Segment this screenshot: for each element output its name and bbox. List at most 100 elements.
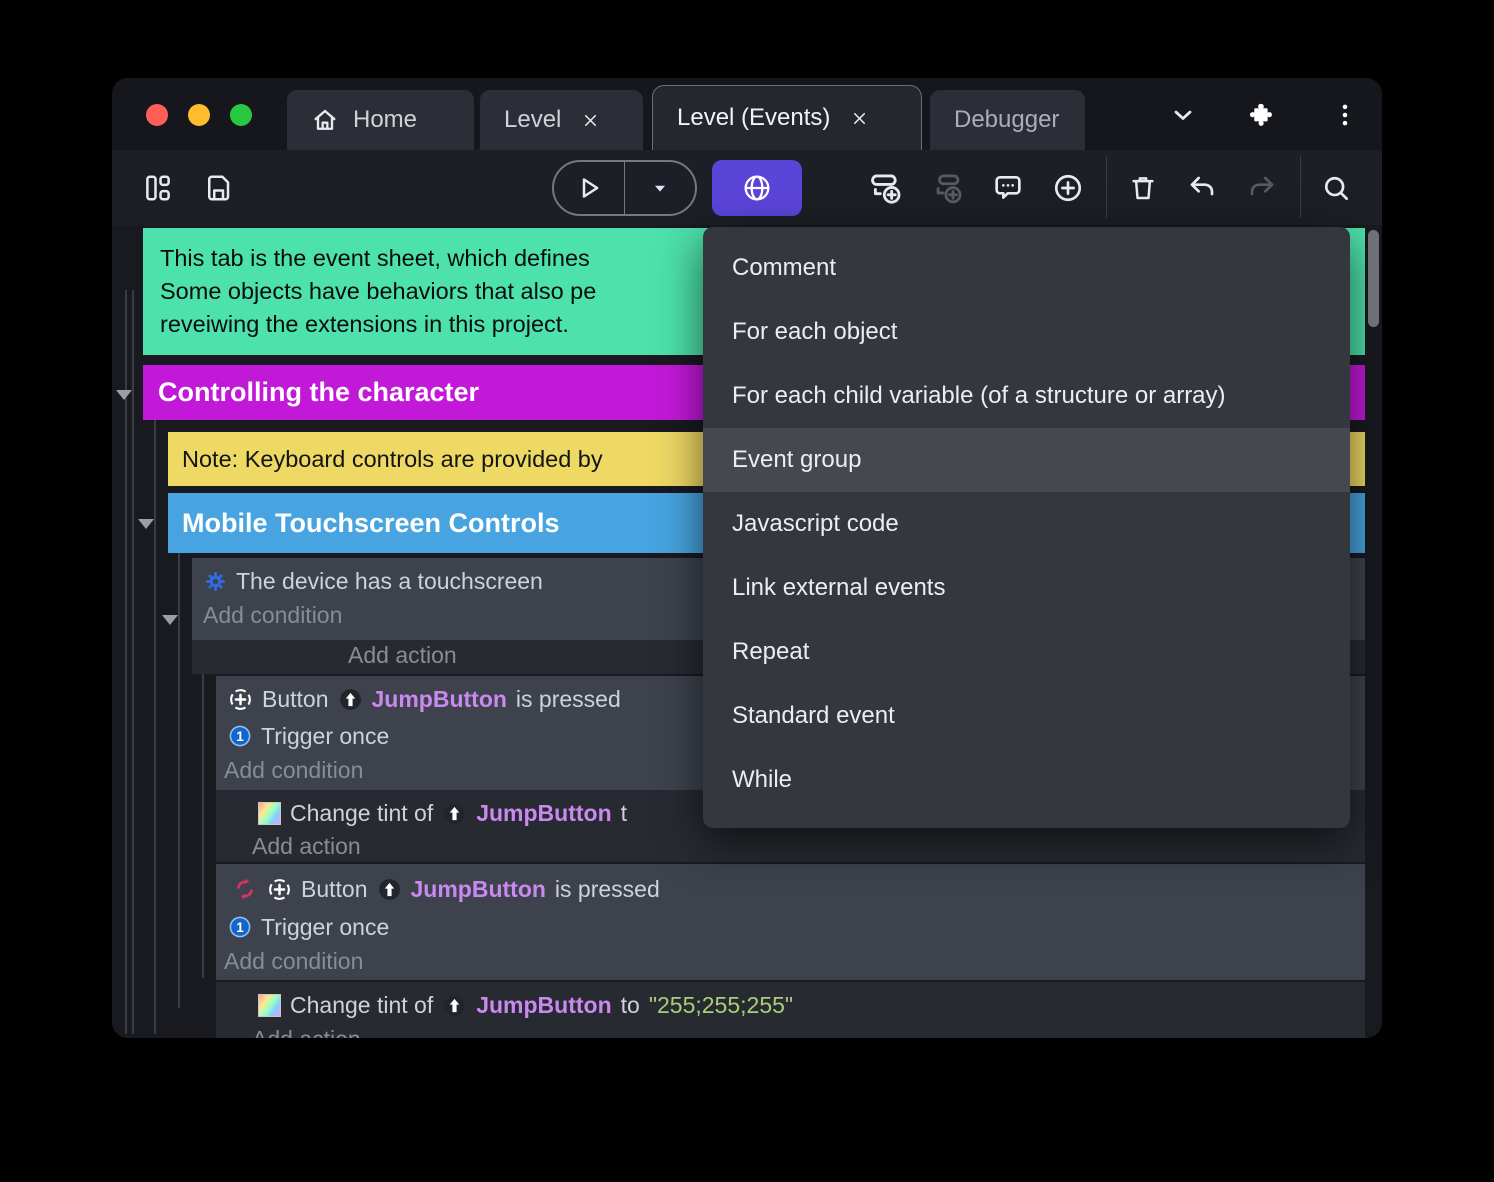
collapse-arrow-icon[interactable] bbox=[138, 519, 154, 529]
tab-home[interactable]: Home bbox=[287, 90, 474, 150]
tab-list-dropdown-button[interactable] bbox=[1168, 100, 1198, 130]
traffic-close-button[interactable] bbox=[146, 104, 168, 126]
collapse-arrow-icon[interactable] bbox=[116, 390, 132, 400]
delete-button[interactable] bbox=[1125, 170, 1161, 206]
note-text: Note: Keyboard controls are provided by bbox=[182, 445, 603, 472]
tab-label: Debugger bbox=[954, 106, 1060, 133]
close-icon[interactable] bbox=[850, 109, 869, 128]
add-comment-button[interactable] bbox=[990, 170, 1026, 206]
trash-icon bbox=[1132, 177, 1154, 200]
jumpbutton-object-icon bbox=[444, 802, 466, 824]
instance-name: JumpButton bbox=[371, 685, 507, 712]
condition-suffix: is pressed bbox=[554, 875, 660, 902]
indent-guide bbox=[178, 495, 180, 1008]
main-menu-button[interactable] bbox=[1330, 100, 1360, 130]
tab-label: Home bbox=[353, 106, 418, 133]
trigger-once-icon: 1 bbox=[229, 725, 251, 747]
menu-item-link-external-events[interactable]: Link external events bbox=[703, 556, 1350, 620]
group-title: Mobile Touchscreen Controls bbox=[182, 507, 560, 538]
plus-circle-icon bbox=[1054, 174, 1082, 202]
add-subevent-button[interactable] bbox=[930, 170, 966, 206]
undo-icon bbox=[1190, 176, 1214, 196]
action-text: Change tint of bbox=[290, 991, 434, 1018]
condition-object: Button bbox=[301, 875, 368, 902]
vertical-scrollbar-thumb[interactable] bbox=[1368, 230, 1379, 327]
menu-item-repeat[interactable]: Repeat bbox=[703, 620, 1350, 684]
traffic-zoom-button[interactable] bbox=[230, 104, 252, 126]
condition-text: Trigger once bbox=[261, 722, 390, 749]
condition-text: Trigger once bbox=[261, 913, 390, 940]
add-event-button[interactable] bbox=[868, 170, 904, 206]
add-condition-link[interactable]: Add condition bbox=[203, 602, 342, 629]
caret-down-icon bbox=[654, 185, 666, 192]
jumpbutton-object-icon bbox=[444, 994, 466, 1016]
redo-button[interactable] bbox=[1244, 170, 1280, 206]
menu-item-javascript-code[interactable]: Javascript code bbox=[703, 492, 1350, 556]
menu-item-for-each-child-variable[interactable]: For each child variable (of a structure … bbox=[703, 364, 1350, 428]
add-event-icon bbox=[871, 174, 901, 204]
add-condition-link[interactable]: Add condition bbox=[224, 757, 363, 784]
menu-item-while[interactable]: While bbox=[703, 748, 1350, 812]
addons-button[interactable] bbox=[1248, 100, 1278, 130]
gamepad-button-icon bbox=[230, 688, 251, 710]
preview-options-button[interactable] bbox=[625, 162, 695, 214]
add-action-link[interactable]: Add action bbox=[348, 642, 457, 669]
search-button[interactable] bbox=[1318, 170, 1354, 206]
layout-panels-button[interactable] bbox=[140, 170, 176, 206]
tab-label: Level bbox=[504, 106, 562, 133]
add-subevent-icon bbox=[936, 174, 962, 204]
tab-level-events[interactable]: Level (Events) bbox=[652, 85, 922, 150]
tab-bar: Home Level Level (Events) Debugger bbox=[112, 78, 1382, 150]
inverted-condition-icon bbox=[237, 878, 253, 900]
group-title: Controlling the character bbox=[158, 377, 480, 407]
preview-button[interactable] bbox=[554, 162, 624, 214]
menu-item-event-group[interactable]: Event group bbox=[703, 428, 1350, 492]
traffic-minimize-button[interactable] bbox=[188, 104, 210, 126]
condition-suffix: is pressed bbox=[515, 685, 621, 712]
save-button[interactable] bbox=[200, 170, 236, 206]
trigger-once-icon: 1 bbox=[229, 916, 251, 938]
instance-name: JumpButton bbox=[410, 875, 546, 902]
divider bbox=[1106, 156, 1107, 218]
menu-item-comment[interactable]: Comment bbox=[703, 236, 1350, 300]
collapse-arrow-icon[interactable] bbox=[162, 615, 178, 625]
add-button[interactable] bbox=[1050, 170, 1086, 206]
redo-icon bbox=[1250, 176, 1274, 196]
menu-item-for-each-object[interactable]: For each object bbox=[703, 300, 1350, 364]
action-block-tint-2[interactable]: Change tint of JumpButton to "255;255;25… bbox=[216, 982, 1365, 1038]
tab-level[interactable]: Level bbox=[480, 90, 643, 150]
kebab-menu-icon bbox=[1342, 104, 1348, 126]
dashboard-icon bbox=[146, 175, 170, 201]
search-icon bbox=[1324, 176, 1348, 200]
play-icon bbox=[582, 178, 599, 198]
indent-guide bbox=[132, 290, 134, 1034]
home-icon bbox=[314, 109, 336, 130]
add-action-link[interactable]: Add action bbox=[252, 833, 361, 860]
gamepad-button-icon bbox=[269, 878, 290, 900]
indent-guide bbox=[154, 365, 156, 1034]
remote-preview-button[interactable] bbox=[712, 160, 802, 216]
divider bbox=[1300, 156, 1301, 218]
condition-object: Button bbox=[262, 685, 329, 712]
close-icon[interactable] bbox=[581, 111, 600, 130]
app-window: Home Level Level (Events) Debugger This … bbox=[112, 78, 1382, 1038]
chevron-down-icon bbox=[1174, 110, 1192, 120]
event-block-jumpbutton-2[interactable]: Button JumpButton is pressed 1 Trigger o… bbox=[216, 864, 1365, 980]
undo-button[interactable] bbox=[1184, 170, 1220, 206]
tint-icon bbox=[258, 993, 281, 1017]
gear-icon bbox=[206, 571, 225, 591]
add-condition-link[interactable]: Add condition bbox=[224, 948, 363, 975]
preview-split-button bbox=[552, 160, 697, 216]
svg-text:1: 1 bbox=[236, 729, 244, 744]
tab-debugger[interactable]: Debugger bbox=[930, 90, 1085, 150]
menu-item-standard-event[interactable]: Standard event bbox=[703, 684, 1350, 748]
globe-icon bbox=[744, 175, 770, 201]
action-text: Change tint of bbox=[290, 799, 434, 826]
puzzle-icon bbox=[1249, 103, 1272, 126]
action-suffix: t bbox=[620, 799, 628, 826]
action-to: to bbox=[620, 991, 640, 1018]
jumpbutton-object-icon bbox=[339, 688, 361, 710]
add-action-link[interactable]: Add action bbox=[252, 1026, 361, 1038]
save-icon bbox=[208, 175, 230, 201]
comment-bubble-icon bbox=[995, 176, 1021, 199]
